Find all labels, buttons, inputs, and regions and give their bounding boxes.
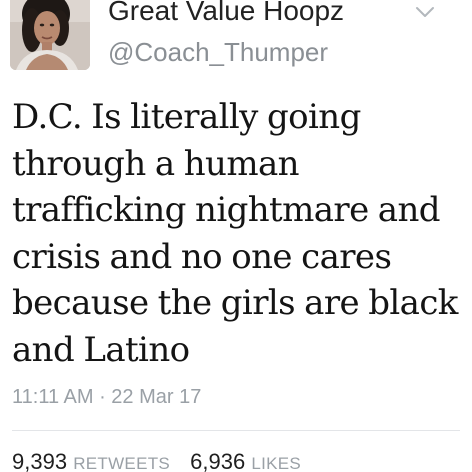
likes-stat[interactable]: 6,936 LIKES — [190, 449, 301, 472]
user-handle[interactable]: @Coach_Thumper — [108, 36, 328, 68]
avatar[interactable] — [10, 0, 90, 70]
likes-count: 6,936 — [190, 449, 246, 472]
likes-label: LIKES — [251, 454, 302, 472]
profile-photo-icon — [10, 0, 90, 70]
tweet-text-line: D.C. Is literally going — [12, 97, 361, 137]
retweets-stat[interactable]: 9,393 RETWEETS — [12, 449, 170, 472]
tweet-timestamp[interactable]: 11:11 AM · 22 Mar 17 — [12, 384, 201, 410]
chevron-down-icon[interactable] — [414, 4, 436, 20]
display-name[interactable]: Great Value Hoopz — [108, 0, 344, 28]
tweet-card: Great Value Hoopz @Coach_Thumper D.C. Is… — [0, 0, 472, 472]
tweet-text: D.C. Is literally going through a human … — [12, 94, 464, 373]
engagement-stats: 9,393 RETWEETS 6,936 LIKES — [12, 449, 315, 472]
retweets-count: 9,393 — [12, 449, 68, 472]
retweets-label: RETWEETS — [73, 454, 171, 472]
tweet-text-line: and Latino — [12, 329, 190, 370]
tweet-text-line: because the girls are black — [12, 283, 458, 323]
divider — [12, 430, 460, 431]
tweet-text-line: crisis and no one cares — [12, 236, 392, 277]
tweet-text-line: trafficking nightmare and — [12, 190, 441, 230]
tweet-text-line: through a human — [12, 143, 300, 184]
